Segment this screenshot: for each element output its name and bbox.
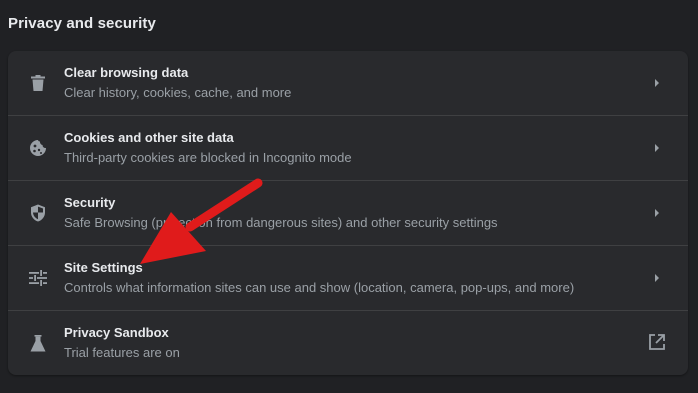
- row-subtitle: Clear history, cookies, cache, and more: [64, 85, 292, 100]
- row-subtitle: Controls what information sites can use …: [64, 280, 575, 295]
- chevron-right-icon: [652, 206, 662, 220]
- row-subtitle: Trial features are on: [64, 345, 180, 360]
- shield-icon: [28, 203, 48, 223]
- tune-sliders-icon: [28, 268, 48, 288]
- row-subtitle: Third-party cookies are blocked in Incog…: [64, 150, 352, 165]
- row-subtitle: Safe Browsing (protection from dangerous…: [64, 215, 498, 230]
- chevron-right-icon: [652, 76, 662, 90]
- open-in-new-icon[interactable]: [648, 333, 668, 353]
- row-title: Cookies and other site data: [64, 130, 234, 145]
- flask-icon: [28, 333, 48, 353]
- site-settings-row[interactable]: Site Settings Controls what information …: [8, 245, 688, 310]
- clear-browsing-data-row[interactable]: Clear browsing data Clear history, cooki…: [8, 51, 688, 115]
- row-title: Privacy Sandbox: [64, 325, 169, 340]
- cookie-icon: [28, 138, 48, 158]
- trash-icon: [28, 73, 48, 93]
- chevron-right-icon: [652, 271, 662, 285]
- row-title: Security: [64, 195, 116, 210]
- row-title: Site Settings: [64, 260, 143, 275]
- chevron-right-icon: [652, 141, 662, 155]
- cookies-site-data-row[interactable]: Cookies and other site data Third-party …: [8, 115, 688, 180]
- row-title: Clear browsing data: [64, 65, 189, 80]
- security-row[interactable]: Security Safe Browsing (protection from …: [8, 180, 688, 245]
- section-title: Privacy and security: [8, 15, 156, 32]
- settings-page: Privacy and security Clear browsing data…: [0, 0, 698, 393]
- privacy-security-card: Clear browsing data Clear history, cooki…: [8, 51, 688, 375]
- privacy-sandbox-row[interactable]: Privacy Sandbox Trial features are on: [8, 310, 688, 375]
